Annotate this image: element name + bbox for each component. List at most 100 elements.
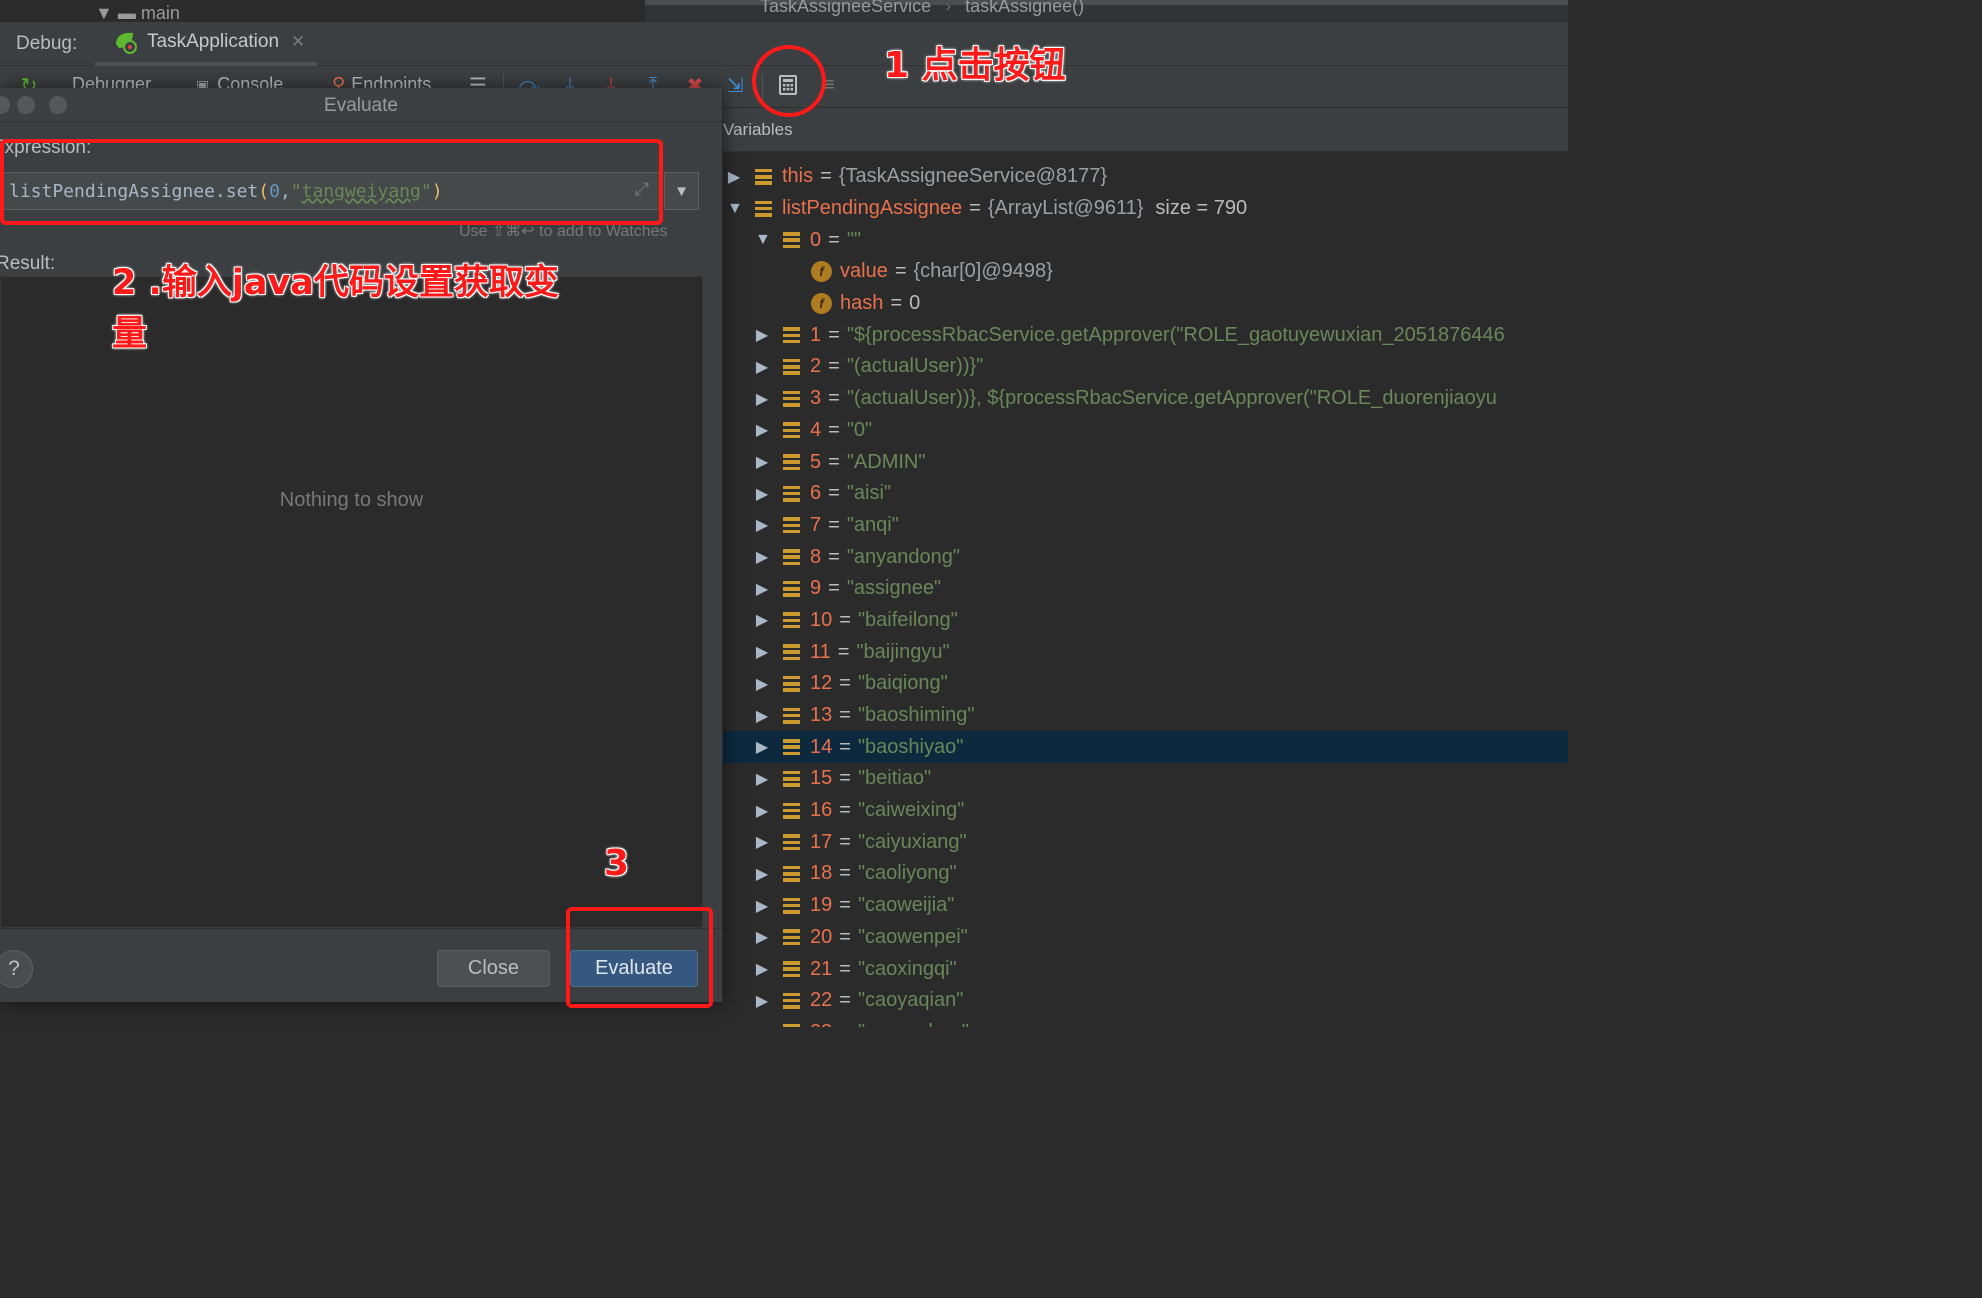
- expand-arrow-icon[interactable]: ▶: [755, 547, 769, 567]
- item-value: "anyandong": [846, 545, 960, 568]
- list-item[interactable]: ▶ 12 = "baiqiong": [723, 668, 1568, 700]
- field-icon: [783, 390, 800, 407]
- expand-arrow-icon[interactable]: ▶: [755, 706, 769, 726]
- expand-arrow-icon[interactable]: ▶: [755, 674, 769, 694]
- result-tree[interactable]: Nothing to show: [0, 276, 703, 928]
- expand-arrow-icon[interactable]: ▶: [727, 167, 741, 187]
- item-index: 22: [810, 989, 833, 1012]
- expand-arrow-icon[interactable]: ▶: [755, 991, 769, 1011]
- expand-arrow-icon[interactable]: ▶: [755, 579, 769, 599]
- expand-arrow-icon[interactable]: ▶: [755, 357, 769, 377]
- field-row-value[interactable]: f value = {char[0]@9498}: [723, 256, 1568, 288]
- list-item[interactable]: ▶ 11 = "baijingyu": [723, 636, 1568, 668]
- field-icon: [755, 168, 772, 185]
- breadcrumb-class[interactable]: TaskAssigneeService: [760, 0, 931, 16]
- list-item[interactable]: ▶23="caoyuchao": [723, 1017, 1568, 1027]
- dialog-title: Evaluate: [324, 95, 398, 116]
- field-icon: [783, 929, 800, 946]
- debug-label: Debug:: [16, 33, 78, 54]
- list-item[interactable]: ▶ 21 = "caoxingqi": [723, 953, 1568, 985]
- list-item[interactable]: ▶ 9 = "assignee": [723, 573, 1568, 605]
- run-to-cursor-icon[interactable]: ⇲: [722, 72, 748, 98]
- list-item[interactable]: ▶ 3 = "(actualUser))}, ${processRbacService…: [723, 383, 1568, 415]
- list-item[interactable]: ▶ 4 = "0": [723, 415, 1568, 447]
- item-index: 14: [810, 735, 833, 758]
- item-index: 4: [810, 418, 822, 441]
- list-item[interactable]: ▶ 13 = "baoshiming": [723, 700, 1568, 732]
- help-button[interactable]: ?: [0, 950, 33, 988]
- expand-arrow-icon[interactable]: ▶: [755, 896, 769, 916]
- field-icon: [783, 802, 800, 819]
- list-item[interactable]: ▶ 5 = "ADMIN": [723, 446, 1568, 478]
- expand-arrow-icon[interactable]: ▶: [755, 959, 769, 979]
- list-item[interactable]: ▶ 18 = "caoliyong": [723, 858, 1568, 890]
- expand-arrow-icon[interactable]: ▶: [755, 515, 769, 535]
- collapse-arrow-icon[interactable]: ▼: [727, 200, 743, 218]
- list-item[interactable]: ▶ 1 = "${processRbacService.getApprover("RO…: [723, 319, 1568, 351]
- expand-arrow-icon[interactable]: ▶: [755, 1022, 769, 1027]
- expand-arrow-icon[interactable]: ▶: [755, 610, 769, 630]
- list-item[interactable]: ▶ 7 = "anqi": [723, 510, 1568, 542]
- expand-arrow-icon[interactable]: ▶: [755, 389, 769, 409]
- expand-arrow-icon[interactable]: ▶: [755, 484, 769, 504]
- list-item[interactable]: ▶ 17 = "caiyuxiang": [723, 826, 1568, 858]
- close-tab-icon[interactable]: ✕: [291, 32, 305, 52]
- field-icon: [783, 707, 800, 724]
- list-item[interactable]: ▶ 10 = "baifeilong": [723, 605, 1568, 637]
- item-value: "${processRbacService.getApprover("ROLE_…: [846, 323, 1505, 346]
- list-item[interactable]: ▶ 8 = "anyandong": [723, 541, 1568, 573]
- list-item[interactable]: ▶ 2 = "(actualUser))}": [723, 351, 1568, 383]
- list-item-0[interactable]: ▼ 0 = "": [723, 224, 1568, 256]
- list-item[interactable]: ▶ 6 = "aisi": [723, 478, 1568, 510]
- variable-row-this[interactable]: ▶ this = {TaskAssigneeService@8177}: [723, 161, 1568, 193]
- tab-task-application[interactable]: TaskApplication ✕: [95, 22, 318, 66]
- list-item[interactable]: ▶ 15 = "beitiao": [723, 763, 1568, 795]
- variables-title: Variables: [723, 108, 1568, 152]
- expand-arrow-icon[interactable]: ▶: [755, 832, 769, 852]
- item-index: 13: [810, 704, 833, 727]
- item-index: 15: [810, 767, 833, 790]
- spring-boot-debug-icon: [116, 32, 137, 54]
- expand-arrow-icon[interactable]: ▶: [755, 642, 769, 662]
- list-item[interactable]: ▶ 20 = "caowenpei": [723, 922, 1568, 954]
- item-value: "baijingyu": [856, 640, 950, 663]
- expand-arrow-icon[interactable]: ▶: [755, 927, 769, 947]
- item-value: "assignee": [846, 577, 942, 600]
- list-item[interactable]: ▶ 16 = "caiweixing": [723, 795, 1568, 827]
- annotation-circle-evaluate-icon: [752, 45, 826, 117]
- item-value: "caoliyong": [857, 862, 957, 885]
- expand-arrow-icon[interactable]: ▶: [755, 769, 769, 789]
- dialog-titlebar[interactable]: Evaluate: [0, 88, 722, 122]
- list-item[interactable]: ▶ 22 = "caoyaqian": [723, 985, 1568, 1017]
- item-index: 20: [810, 925, 833, 948]
- variable-row-list[interactable]: ▼ listPendingAssignee = {ArrayList@9611} si…: [723, 193, 1568, 225]
- item-index: 1: [810, 323, 822, 346]
- expand-arrow-icon[interactable]: ▶: [755, 325, 769, 345]
- expand-arrow-icon[interactable]: ▶: [755, 864, 769, 884]
- expand-arrow-icon[interactable]: ▶: [755, 420, 769, 440]
- item-value: "anqi": [846, 513, 899, 536]
- top-strip: ▼ ▬ main TaskAssigneeService › taskAssigne…: [0, 0, 1568, 22]
- list-items: ▶ 1 = "${processRbacService.getApprover("RO…: [723, 319, 1568, 1027]
- expand-arrow-icon[interactable]: ▶: [755, 737, 769, 757]
- annotation-step-2-line2: 量: [112, 314, 148, 354]
- close-button[interactable]: Close: [437, 950, 550, 987]
- field-icon: [783, 232, 800, 249]
- expand-arrow-icon[interactable]: ▶: [755, 801, 769, 821]
- item-value: "caiyuxiang": [857, 830, 967, 853]
- breadcrumb-method[interactable]: taskAssignee(): [965, 0, 1084, 16]
- list-item[interactable]: ▶ 19 = "caoweijia": [723, 890, 1568, 922]
- project-tree-node[interactable]: ▼ ▬ main: [95, 4, 180, 22]
- field-icon: [783, 549, 800, 566]
- expand-arrow-icon[interactable]: ▶: [755, 452, 769, 472]
- item-index: 19: [810, 894, 833, 917]
- field-row-hash[interactable]: f hash = 0: [723, 288, 1568, 320]
- list-item[interactable]: ▶ 14 = "baoshiyao": [723, 731, 1568, 764]
- history-dropdown-icon[interactable]: ▼: [664, 172, 699, 210]
- item-index: 18: [810, 862, 833, 885]
- field-icon: [783, 517, 800, 534]
- tab-label: TaskApplication: [147, 31, 280, 52]
- item-value: "caoyuchao": [858, 1021, 969, 1027]
- annotation-step-1: 1 点击按钮: [884, 45, 1066, 86]
- collapse-arrow-icon[interactable]: ▼: [755, 231, 771, 249]
